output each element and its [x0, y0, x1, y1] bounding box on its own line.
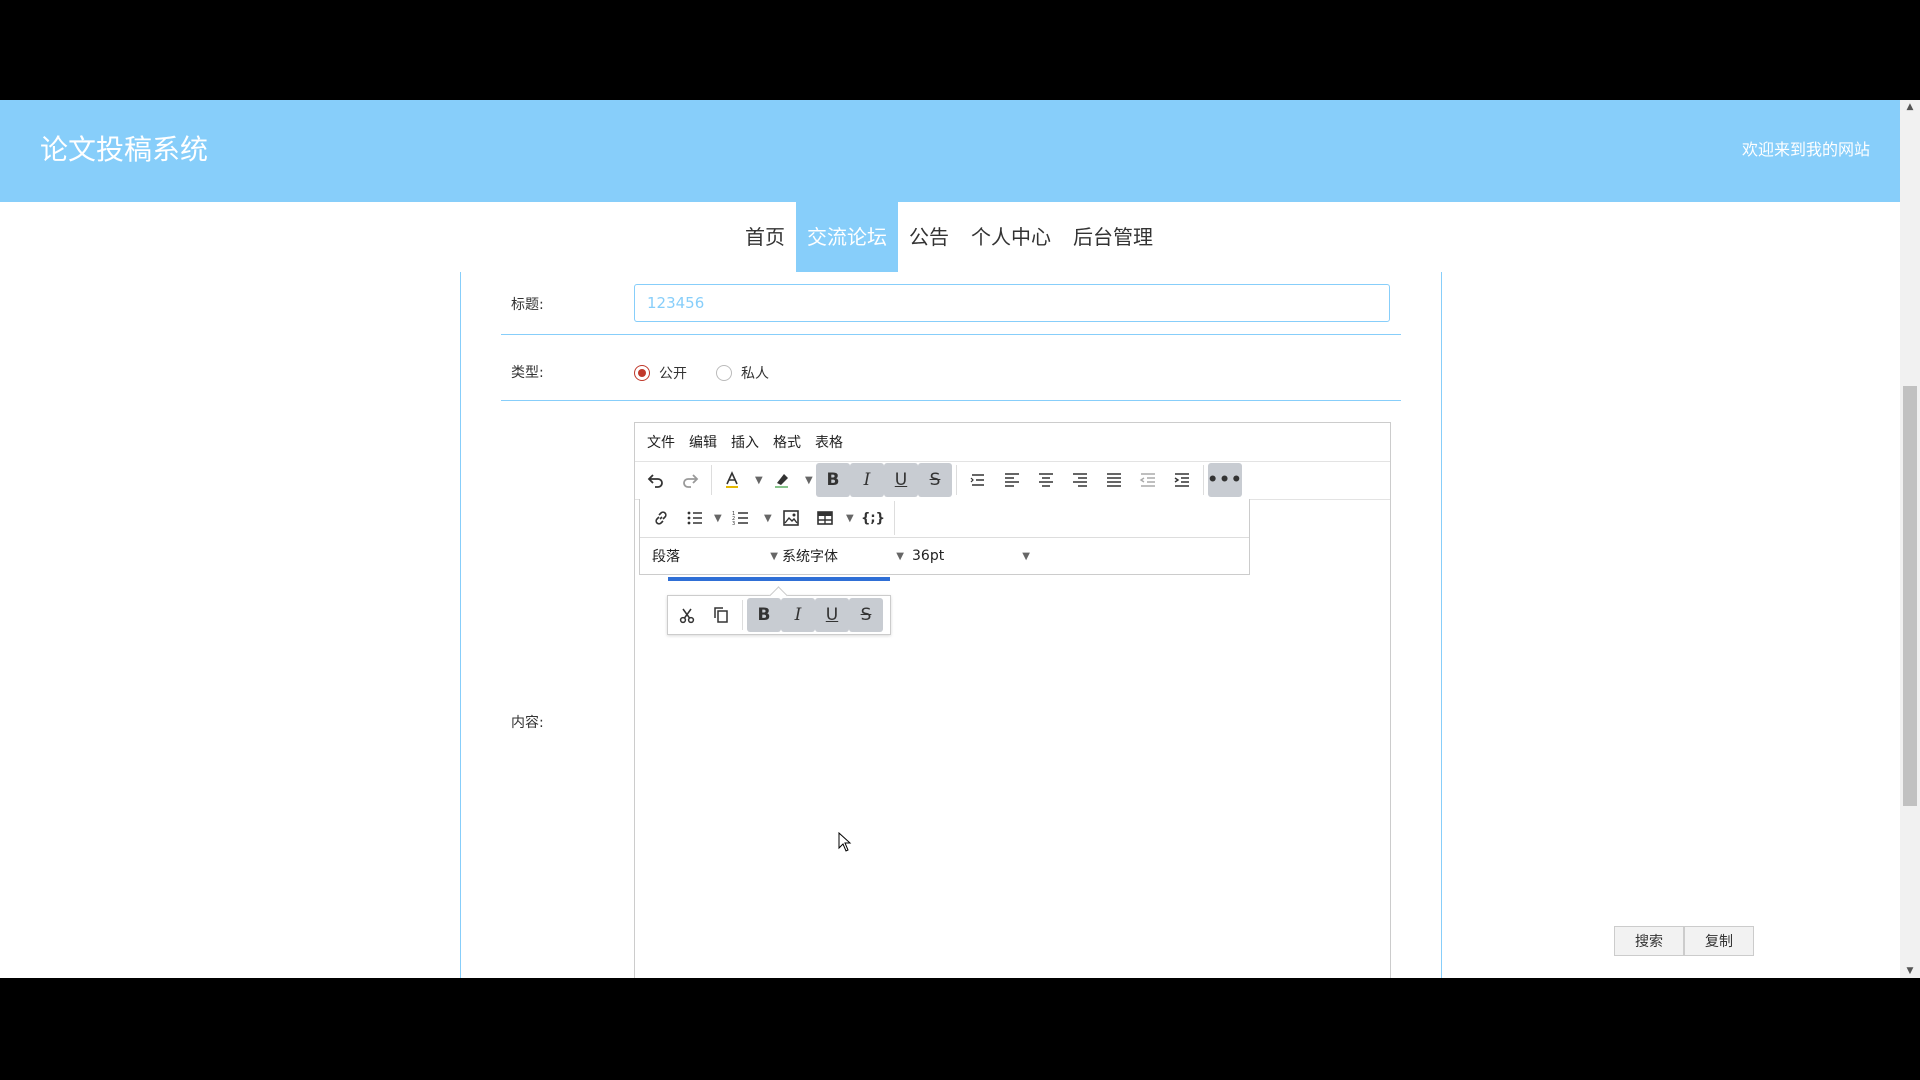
bold-icon[interactable]: B: [747, 598, 781, 632]
scroll-up-arrow-icon[interactable]: ▲: [1900, 100, 1920, 114]
title-input[interactable]: [634, 284, 1390, 322]
strikethrough-icon[interactable]: S: [849, 598, 883, 632]
editor-toolbar: ▼ ▼ B I U S •••: [635, 461, 1390, 500]
floating-buttons: 搜索 复制: [1614, 926, 1754, 956]
menu-table[interactable]: 表格: [815, 432, 843, 452]
menu-edit[interactable]: 编辑: [689, 432, 717, 452]
underline-icon[interactable]: U: [815, 598, 849, 632]
font-size-value: 36pt: [912, 548, 945, 564]
type-label: 类型:: [511, 365, 544, 381]
menu-insert[interactable]: 插入: [731, 432, 759, 452]
undo-icon[interactable]: [639, 463, 673, 497]
browser-viewport: 论文投稿系统 欢迎来到我的网站 首页 交流论坛 公告 个人中心 后台管理 标题:…: [0, 100, 1920, 978]
radio-private-circle[interactable]: [716, 365, 732, 381]
redo-icon[interactable]: [673, 463, 707, 497]
indent-icon[interactable]: [1165, 463, 1199, 497]
chevron-down-icon[interactable]: ▼: [805, 475, 813, 486]
main-nav: 首页 交流论坛 公告 个人中心 后台管理: [0, 202, 1900, 272]
welcome-text: 欢迎来到我的网站: [1741, 140, 1870, 159]
editor-overflow-toolbar: ▼ 123 ▼ ▼ {;} 段落 ▼ 系统字体 ▼ 36pt ▼: [639, 499, 1250, 575]
bold-icon[interactable]: B: [816, 463, 850, 497]
font-size-select[interactable]: 36pt ▼: [912, 541, 1030, 571]
radio-public-label: 公开: [659, 366, 687, 382]
text-selection-highlight: [668, 577, 890, 581]
text-color-icon[interactable]: [715, 463, 749, 497]
copy-icon[interactable]: [704, 598, 738, 632]
block-format-select[interactable]: 段落 ▼: [652, 541, 778, 571]
nav-item-announcements[interactable]: 公告: [898, 202, 960, 272]
nav-item-home[interactable]: 首页: [734, 202, 796, 272]
radio-private[interactable]: 私人: [716, 363, 769, 383]
editor-menubar: 文件 编辑 插入 格式 表格: [635, 423, 1390, 462]
menu-file[interactable]: 文件: [647, 432, 675, 452]
table-icon[interactable]: [808, 501, 842, 535]
search-button[interactable]: 搜索: [1614, 926, 1684, 956]
image-icon[interactable]: [774, 501, 808, 535]
underline-icon[interactable]: U: [884, 463, 918, 497]
highlight-icon[interactable]: [765, 463, 799, 497]
align-left-icon[interactable]: [995, 463, 1029, 497]
cut-icon[interactable]: [670, 598, 704, 632]
chevron-down-icon: ▼: [770, 550, 778, 562]
site-header: 论文投稿系统 欢迎来到我的网站: [0, 100, 1900, 202]
block-format-value: 段落: [652, 549, 680, 565]
divider: [501, 334, 1401, 335]
svg-text:3: 3: [732, 521, 735, 527]
menu-format[interactable]: 格式: [773, 432, 801, 452]
site-title: 论文投稿系统: [40, 133, 209, 166]
link-icon[interactable]: [644, 501, 678, 535]
chevron-down-icon[interactable]: ▼: [846, 513, 854, 524]
copy-button[interactable]: 复制: [1684, 926, 1754, 956]
chevron-down-icon[interactable]: ▼: [714, 513, 722, 524]
nav-item-admin[interactable]: 后台管理: [1062, 202, 1164, 272]
radio-public[interactable]: 公开: [634, 363, 687, 383]
strikethrough-icon[interactable]: S: [918, 463, 952, 497]
nav-item-personal-center[interactable]: 个人中心: [960, 202, 1062, 272]
numbered-list-icon[interactable]: 123: [724, 501, 758, 535]
context-toolbar: B I U S: [667, 595, 891, 635]
chevron-down-icon[interactable]: ▼: [755, 475, 763, 486]
bullet-list-icon[interactable]: [678, 501, 712, 535]
chevron-down-icon: ▼: [896, 550, 904, 562]
italic-icon[interactable]: I: [781, 598, 815, 632]
italic-icon[interactable]: I: [850, 463, 884, 497]
page-scrollbar[interactable]: ▲ ▼: [1900, 100, 1920, 978]
chevron-down-icon[interactable]: ▼: [764, 513, 772, 524]
post-form: 标题: 类型: 公开 私人 内容: 文件 编辑 插入 格式 表格: [460, 272, 1442, 978]
radio-public-circle[interactable]: [634, 365, 650, 381]
font-family-value: 系统字体: [782, 549, 838, 565]
outdent-icon[interactable]: [1131, 463, 1165, 497]
title-label: 标题:: [511, 297, 544, 313]
align-right-icon[interactable]: [1063, 463, 1097, 497]
code-sample-icon[interactable]: {;}: [856, 501, 890, 535]
chevron-down-icon: ▼: [1022, 550, 1030, 562]
scrollbar-thumb[interactable]: [1903, 386, 1917, 806]
align-justify-icon[interactable]: [1097, 463, 1131, 497]
radio-private-label: 私人: [741, 366, 769, 382]
align-center-icon[interactable]: [1029, 463, 1063, 497]
rich-text-editor: 文件 编辑 插入 格式 表格 ▼ ▼ B I U S ••• ▼ 1 2 3 ▼…: [634, 422, 1391, 978]
font-family-select[interactable]: 系统字体 ▼: [782, 541, 904, 571]
line-height-icon[interactable]: [961, 463, 995, 497]
more-icon[interactable]: •••: [1207, 463, 1242, 497]
nav-item-forum[interactable]: 交流论坛: [796, 202, 898, 272]
mouse-cursor-icon: [838, 832, 852, 852]
scroll-down-arrow-icon[interactable]: ▼: [1900, 964, 1920, 978]
content-label: 内容:: [511, 715, 544, 731]
divider: [501, 400, 1401, 401]
